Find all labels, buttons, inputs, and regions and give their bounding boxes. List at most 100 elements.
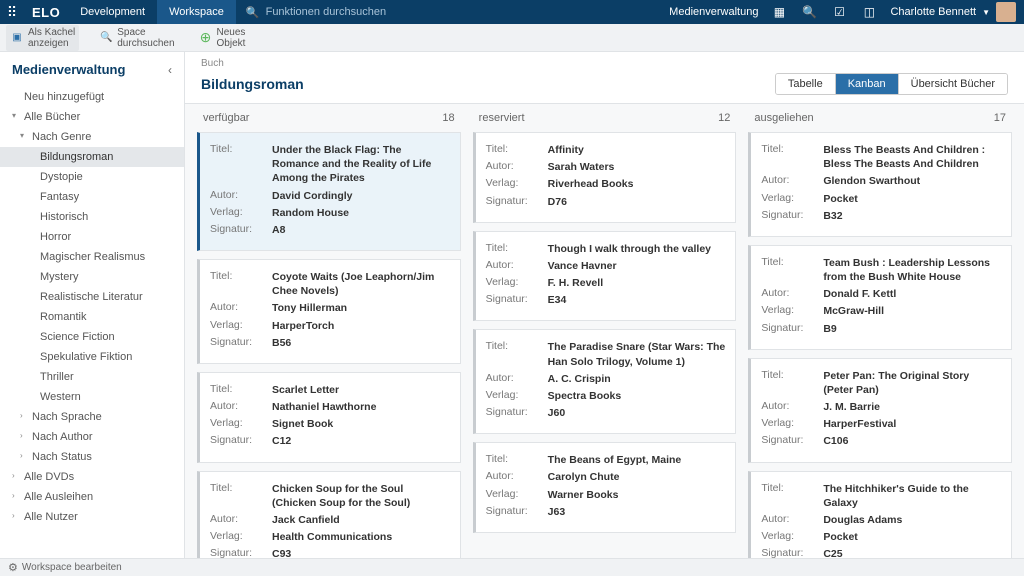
tree-item[interactable]: Mystery: [0, 267, 184, 287]
field-label: Autor:: [210, 400, 272, 414]
collapse-sidebar-icon[interactable]: ‹: [168, 63, 172, 77]
nav-development[interactable]: Development: [68, 0, 157, 24]
tab-tabelle[interactable]: Tabelle: [776, 74, 836, 94]
nav-workspace[interactable]: Workspace: [157, 0, 236, 24]
field-label: Signatur:: [761, 547, 823, 558]
field-value-title: Though I walk through the valley: [548, 242, 711, 256]
field-label: Titel:: [210, 482, 272, 510]
tree-item[interactable]: ›Nach Status: [0, 447, 184, 467]
field-value-title: Peter Pan: The Original Story (Peter Pan…: [823, 369, 1001, 397]
field-label: Signatur:: [761, 209, 823, 223]
tree-item[interactable]: Romantik: [0, 307, 184, 327]
gear-icon[interactable]: ⚙: [8, 561, 18, 574]
tree-item[interactable]: Neu hinzugefügt: [0, 87, 184, 107]
tree-item-label: Nach Author: [32, 431, 93, 443]
tree-item[interactable]: Magischer Realismus: [0, 247, 184, 267]
search-space-icon: 🔍: [99, 31, 113, 45]
tree-item[interactable]: Bildungsroman: [0, 147, 184, 167]
kanban-column: ausgeliehen17Titel:Bless The Beasts And …: [748, 104, 1012, 558]
field-label: Verlag:: [486, 488, 548, 502]
kanban-card[interactable]: Titel:Team Bush : Leadership Lessons fro…: [748, 245, 1012, 350]
search-area[interactable]: 🔍 Funktionen durchsuchen: [236, 6, 396, 19]
tree-item[interactable]: ▾Alle Bücher: [0, 107, 184, 127]
field-label: Signatur:: [210, 434, 272, 448]
tree-item[interactable]: Science Fiction: [0, 327, 184, 347]
field-label: Autor:: [761, 287, 823, 301]
field-label: Autor:: [486, 470, 548, 484]
tree-item-label: Alle Bücher: [24, 111, 80, 123]
field-value-signature: J60: [548, 406, 566, 420]
field-label: Titel:: [761, 143, 823, 171]
check-icon[interactable]: ☑: [830, 3, 848, 21]
field-label: Autor:: [486, 372, 548, 386]
tree-arrow-icon: ›: [12, 471, 15, 480]
field-value-author: Nathaniel Hawthorne: [272, 400, 376, 414]
tb-new-object[interactable]: ⊕ Neues Objekt: [195, 25, 250, 51]
field-value-author: J. M. Barrie: [823, 400, 880, 414]
kanban-card[interactable]: Titel:The Beans of Egypt, MaineAutor:Car…: [473, 442, 737, 533]
field-value-signature: A8: [272, 223, 285, 237]
tree-item-label: Neu hinzugefügt: [24, 91, 104, 103]
tree-item[interactable]: ›Nach Sprache: [0, 407, 184, 427]
tree-item[interactable]: ›Alle Nutzer: [0, 507, 184, 527]
tree-item[interactable]: Historisch: [0, 207, 184, 227]
kanban-card[interactable]: Titel:Chicken Soup for the Soul (Chicken…: [197, 471, 461, 558]
tree-item[interactable]: ›Alle Ausleihen: [0, 487, 184, 507]
field-value-signature: C12: [272, 434, 291, 448]
tree-item[interactable]: Horror: [0, 227, 184, 247]
field-label: Titel:: [761, 369, 823, 397]
dashboard-icon[interactable]: ◫: [860, 3, 878, 21]
user-menu[interactable]: Charlotte Bennett ▼: [890, 2, 1016, 22]
kanban-card[interactable]: Titel:Bless The Beasts And Children : Bl…: [748, 132, 1012, 237]
kanban-card[interactable]: Titel:Under the Black Flag: The Romance …: [197, 132, 461, 251]
tree-item[interactable]: Spekulative Fiktion: [0, 347, 184, 367]
tree-item[interactable]: ›Nach Author: [0, 427, 184, 447]
tree-item[interactable]: ›Alle DVDs: [0, 467, 184, 487]
field-label: Titel:: [761, 482, 823, 510]
field-value-title: Scarlet Letter: [272, 383, 339, 397]
kanban-board: verfügbar18Titel:Under the Black Flag: T…: [185, 103, 1024, 558]
tree-item-label: Mystery: [40, 271, 79, 283]
breadcrumb: Buch: [185, 52, 1024, 71]
kanban-card[interactable]: Titel:Coyote Waits (Joe Leaphorn/Jim Che…: [197, 259, 461, 364]
tree-item[interactable]: Thriller: [0, 367, 184, 387]
tb-tile-view[interactable]: ▣ Als Kachel anzeigen: [6, 25, 79, 51]
tb-search-space[interactable]: 🔍 Space durchsuchen: [95, 25, 178, 51]
field-value-author: Glendon Swarthout: [823, 174, 920, 188]
statusbar-text[interactable]: Workspace bearbeiten: [22, 562, 122, 573]
field-label: Verlag:: [210, 530, 272, 544]
tree-item[interactable]: Fantasy: [0, 187, 184, 207]
search-icon-right[interactable]: 🔍: [800, 3, 818, 21]
tree-item-label: Alle Ausleihen: [24, 491, 93, 503]
field-value-publisher: Riverhead Books: [548, 177, 634, 191]
kanban-card[interactable]: Titel:The Paradise Snare (Star Wars: The…: [473, 329, 737, 434]
tree-item[interactable]: Dystopie: [0, 167, 184, 187]
kanban-card[interactable]: Titel:Though I walk through the valleyAu…: [473, 231, 737, 322]
apps-icon[interactable]: ⠿: [0, 4, 24, 21]
kanban-card[interactable]: Titel:AffinityAutor:Sarah WatersVerlag:R…: [473, 132, 737, 223]
field-value-publisher: Health Communications: [272, 530, 392, 544]
cards-container: Titel:Bless The Beasts And Children : Bl…: [748, 132, 1012, 558]
field-label: Titel:: [486, 143, 548, 157]
tree-item-label: Dystopie: [40, 171, 83, 183]
context-label[interactable]: Medienverwaltung: [669, 6, 758, 18]
tree-item[interactable]: Realistische Literatur: [0, 287, 184, 307]
plus-icon: ⊕: [199, 31, 213, 45]
tree-arrow-icon: ▾: [20, 131, 24, 140]
field-label: Signatur:: [486, 505, 548, 519]
field-value-author: Sarah Waters: [548, 160, 615, 174]
tree-item-label: Science Fiction: [40, 331, 115, 343]
kanban-card[interactable]: Titel:The Hitchhiker's Guide to the Gala…: [748, 471, 1012, 558]
kanban-card[interactable]: Titel:Scarlet LetterAutor:Nathaniel Hawt…: [197, 372, 461, 463]
column-name: verfügbar: [203, 112, 249, 124]
tree-item[interactable]: Western: [0, 387, 184, 407]
column-name: ausgeliehen: [754, 112, 813, 124]
page-title: Bildungsroman: [201, 76, 304, 92]
field-value-publisher: Pocket: [823, 530, 857, 544]
tab-kanban[interactable]: Kanban: [836, 74, 899, 94]
tab-uebersicht[interactable]: Übersicht Bücher: [899, 74, 1007, 94]
tree-item[interactable]: ▾Nach Genre: [0, 127, 184, 147]
grid-icon[interactable]: ▦: [770, 3, 788, 21]
kanban-card[interactable]: Titel:Peter Pan: The Original Story (Pet…: [748, 358, 1012, 463]
tree-item-label: Spekulative Fiktion: [40, 351, 132, 363]
